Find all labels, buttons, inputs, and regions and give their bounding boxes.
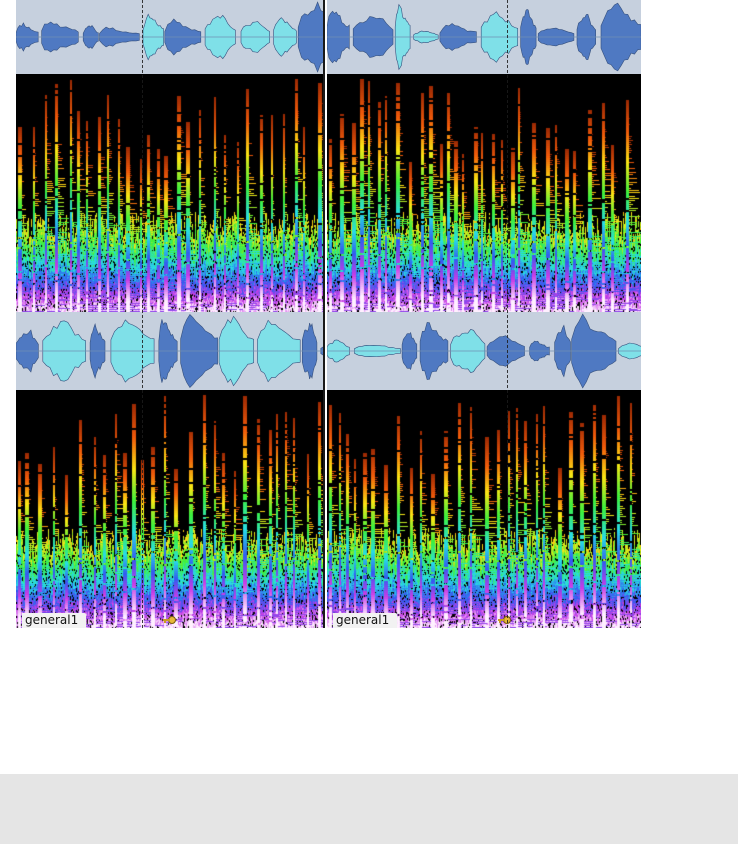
- spectrogram-graphic: [327, 390, 641, 628]
- audio-clip[interactable]: [327, 0, 641, 312]
- waveform-lane[interactable]: [327, 0, 641, 74]
- spectrogram-lane[interactable]: [16, 390, 323, 628]
- key-icon[interactable]: [162, 615, 176, 625]
- audio-clip[interactable]: [16, 0, 323, 312]
- spectrogram-lane[interactable]: [16, 74, 323, 312]
- waveform-lane[interactable]: [327, 312, 641, 390]
- spectrogram-graphic: [327, 74, 641, 312]
- audio-clip[interactable]: general1: [16, 312, 323, 628]
- beat-marker-line: [142, 0, 143, 628]
- spectrogram-lane[interactable]: [327, 74, 641, 312]
- waveform-graphic: [16, 1, 323, 73]
- clip-name-label[interactable]: general1: [22, 613, 87, 628]
- waveform-lane[interactable]: [16, 0, 323, 74]
- waveform-graphic: [16, 314, 323, 388]
- clip-name-label[interactable]: general1: [333, 613, 398, 628]
- status-panel: [0, 774, 738, 844]
- waveform-graphic: [327, 313, 641, 389]
- waveform-graphic: [327, 2, 641, 72]
- waveform-lane[interactable]: [16, 312, 323, 390]
- beat-marker-line: [507, 0, 508, 628]
- audio-clip[interactable]: general1: [327, 312, 641, 628]
- key-icon[interactable]: [497, 615, 511, 625]
- playhead-cursor[interactable]: [323, 0, 325, 628]
- audio-editor: general1 general1: [16, 0, 641, 628]
- spectrogram-graphic: [16, 74, 323, 312]
- spectrogram-graphic: [16, 390, 323, 628]
- spectrogram-lane[interactable]: [327, 390, 641, 628]
